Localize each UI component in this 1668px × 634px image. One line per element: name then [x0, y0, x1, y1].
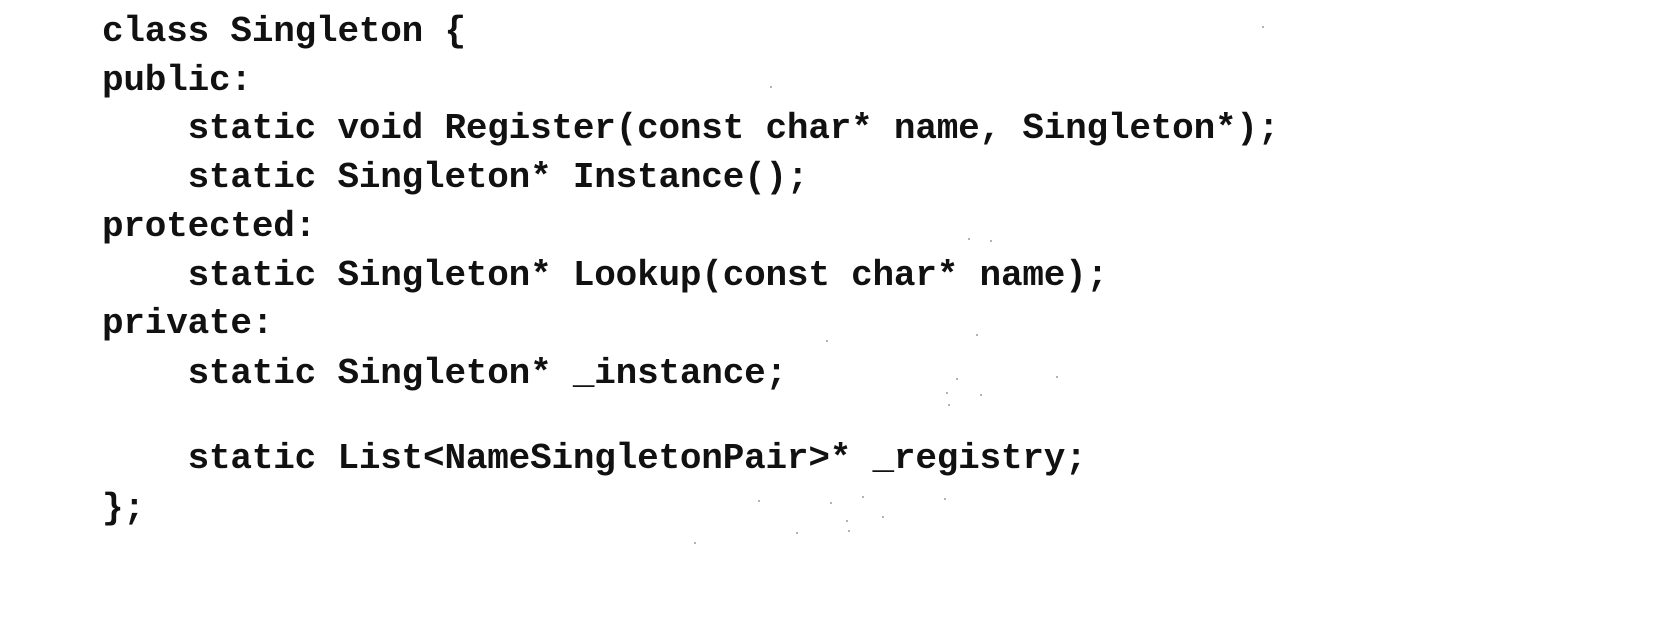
- register-method-line: static void Register(const char* name, S…: [102, 108, 1280, 149]
- protected-access-specifier: protected:: [102, 206, 317, 247]
- scan-speck: [882, 516, 884, 518]
- instance-method-line: static Singleton* Instance();: [102, 157, 809, 198]
- scan-speck: [956, 378, 958, 380]
- registry-member-line: static List<NameSingletonPair>* _registr…: [102, 438, 1087, 479]
- private-access-specifier: private:: [102, 303, 274, 344]
- class-closing-line: };: [102, 488, 145, 529]
- scan-speck: [796, 532, 798, 534]
- scan-speck: [830, 502, 832, 504]
- scan-speck: [948, 404, 950, 406]
- scan-speck: [770, 86, 772, 88]
- scan-speck: [944, 498, 946, 500]
- scan-speck: [694, 542, 696, 544]
- public-access-specifier: public:: [102, 60, 252, 101]
- scan-speck: [980, 394, 982, 396]
- class-declaration-line: class Singleton {: [102, 11, 466, 52]
- scan-speck: [826, 340, 828, 342]
- scan-speck: [846, 520, 848, 522]
- scan-speck: [848, 530, 850, 532]
- scan-speck: [968, 238, 970, 240]
- lookup-method-line: static Singleton* Lookup(const char* nam…: [102, 255, 1109, 296]
- scan-speck: [990, 240, 992, 242]
- scan-speck: [946, 392, 948, 394]
- scan-speck: [1262, 26, 1264, 28]
- scan-speck: [1056, 376, 1058, 378]
- code-listing: class Singleton { public: static void Re…: [0, 0, 1668, 634]
- scan-speck: [862, 496, 864, 498]
- scan-speck: [758, 500, 760, 502]
- scan-speck: [976, 334, 978, 336]
- instance-member-line: static Singleton* _instance;: [102, 353, 788, 394]
